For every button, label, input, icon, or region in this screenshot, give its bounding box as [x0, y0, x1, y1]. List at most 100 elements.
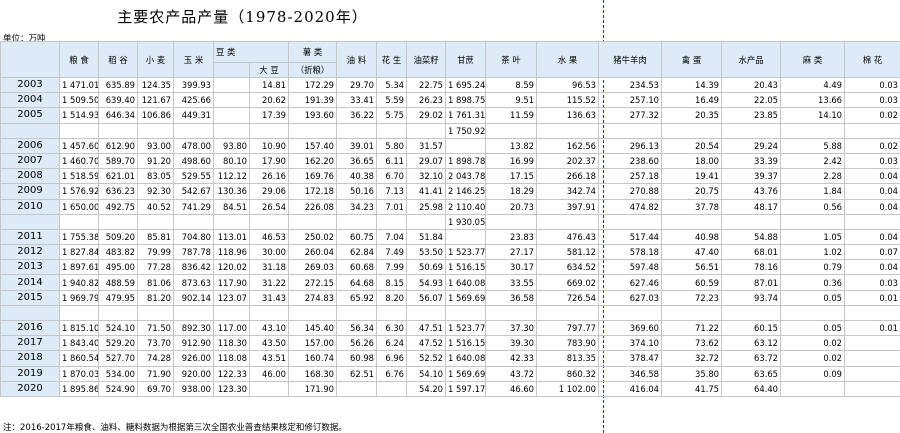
value-cell: 37.78: [661, 198, 723, 215]
year-cell: 2014: [0, 274, 60, 291]
value-cell: 118.30: [213, 335, 250, 352]
value-cell: 85.81: [137, 228, 174, 246]
value-cell: [59, 122, 99, 139]
value-cell: [661, 122, 723, 139]
col-header-beans: 豆 类: [212, 41, 290, 63]
value-cell: 527.70: [98, 350, 138, 367]
value-cell: 46.00: [248, 365, 290, 382]
value-cell: 635.89: [98, 76, 138, 94]
table-row: 2006 1 457.60 612.90 93.00 478.00 93.80 10.90 1…: [0, 137, 900, 154]
value-cell: 474.82: [598, 198, 663, 215]
value-cell: 612.90: [98, 137, 138, 154]
value-cell: 0.02: [780, 335, 846, 352]
value-cell: 29.70: [336, 76, 378, 94]
year-cell: 2009: [0, 183, 60, 200]
value-cell: 83.05: [137, 168, 174, 185]
value-cell: [485, 304, 538, 322]
value-cell: 60.68: [336, 259, 378, 276]
value-cell: 529.55: [173, 168, 214, 185]
value-cell: 488.59: [98, 274, 138, 291]
value-cell: 92.30: [137, 183, 174, 200]
value-cell: 4.49: [780, 76, 846, 94]
value-cell: 26.54: [248, 198, 290, 215]
value-cell: 492.75: [98, 198, 138, 215]
year-cell: [0, 304, 60, 322]
value-cell: 416.04: [598, 380, 663, 397]
value-cell: [288, 304, 338, 322]
value-cell: 797.77: [536, 319, 600, 337]
value-cell: 87.01: [721, 274, 782, 291]
value-cell: 32.72: [661, 350, 723, 367]
value-cell: 56.34: [336, 319, 378, 337]
value-cell: 0.03: [844, 274, 900, 291]
value-cell: 1 576.92: [59, 183, 99, 200]
value-cell: 145.40: [288, 319, 338, 337]
value-cell: [376, 122, 408, 139]
value-cell: [445, 137, 487, 154]
value-cell: 34.23: [336, 198, 378, 215]
value-cell: 860.32: [536, 365, 600, 382]
value-cell: 130.36: [213, 183, 250, 200]
value-cell: 20.62: [248, 92, 290, 109]
sub-header-soybean: 大 豆: [248, 62, 290, 78]
year-cell: 2012: [0, 244, 60, 261]
value-cell: 20.35: [661, 107, 723, 124]
value-cell: [98, 122, 138, 139]
col-header: 玉 米: [173, 41, 214, 78]
value-cell: 84.51: [213, 198, 250, 215]
value-cell: 31.43: [248, 289, 290, 306]
value-cell: 704.80: [173, 228, 214, 246]
value-cell: 0.02: [844, 107, 900, 124]
year-cell: 2015: [0, 289, 60, 306]
value-cell: 1.84: [780, 183, 846, 200]
value-cell: 938.00: [173, 380, 214, 397]
value-cell: 449.31: [173, 107, 214, 124]
value-cell: 54.88: [721, 228, 782, 246]
value-cell: 64.40: [721, 380, 782, 397]
value-cell: 589.70: [98, 152, 138, 170]
value-cell: 68.01: [721, 244, 782, 261]
value-cell: 26.23: [406, 92, 447, 109]
value-cell: 172.18: [288, 183, 338, 200]
table-row: 1 930.05: [0, 213, 900, 230]
value-cell: 157.40: [288, 137, 338, 154]
value-cell: 35.80: [661, 365, 723, 382]
value-cell: 22.75: [406, 76, 447, 94]
value-cell: 0.09: [780, 365, 846, 382]
value-cell: [844, 122, 900, 139]
value-cell: 238.60: [598, 152, 663, 170]
value-cell: [173, 122, 214, 139]
value-cell: [288, 213, 338, 230]
col-header: 油菜籽: [406, 41, 447, 78]
table-row: 2016 1 815.10 524.10 71.50 892.30 117.00 43.10…: [0, 319, 900, 337]
value-cell: 123.07: [213, 289, 250, 306]
value-cell: 20.54: [661, 137, 723, 154]
value-cell: 1 895.86: [59, 380, 99, 397]
col-header: 水产品: [721, 41, 782, 78]
value-cell: 56.51: [661, 259, 723, 276]
year-cell: 2013: [0, 259, 60, 276]
value-cell: 48.17: [721, 198, 782, 215]
value-cell: 96.53: [536, 76, 600, 94]
value-cell: 63.65: [721, 365, 782, 382]
value-cell: 60.59: [661, 274, 723, 291]
value-cell: 0.07: [844, 244, 900, 261]
value-cell: 277.32: [598, 107, 663, 124]
table-row: 2011 1 755.38 509.20 85.81 704.80 113.01 46.53…: [0, 228, 900, 246]
value-cell: 120.02: [213, 259, 250, 276]
value-cell: 40.38: [336, 168, 378, 185]
col-header: 薯 类: [288, 41, 338, 63]
sub-header-grain-equivalent: （折粮）: [288, 62, 338, 78]
value-cell: 157.00: [288, 335, 338, 352]
year-cell: 2018: [0, 350, 60, 367]
value-cell: [336, 380, 378, 397]
value-cell: 81.20: [137, 289, 174, 306]
value-cell: 1 827.84: [59, 244, 99, 261]
value-cell: 627.03: [598, 289, 663, 306]
value-cell: 0.56: [780, 198, 846, 215]
value-cell: [173, 304, 214, 322]
value-cell: 56.07: [406, 289, 447, 306]
value-cell: 1 516.15: [445, 335, 487, 352]
value-cell: [288, 122, 338, 139]
value-cell: 476.43: [536, 228, 600, 246]
